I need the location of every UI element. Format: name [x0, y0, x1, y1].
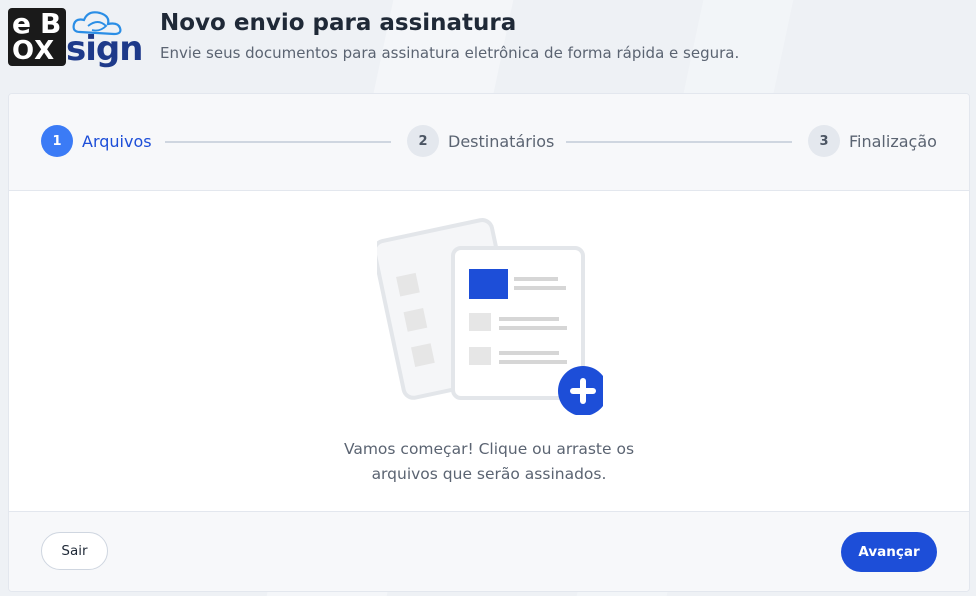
logo-text-sign: sign: [66, 29, 143, 69]
dropzone-instructions: Vamos começar! Clique ou arraste os arqu…: [289, 437, 689, 487]
dropzone-text-line-1: Vamos começar! Clique ou arraste os: [343, 440, 635, 458]
step-finalizacao[interactable]: 3 Finalização: [808, 125, 937, 157]
logo-letter-b: B: [40, 7, 62, 40]
stepper: 1 Arquivos 2 Destinatários 3 Finalização: [9, 94, 969, 191]
logo-text-ox: OX: [12, 36, 56, 66]
upload-card: 1 Arquivos 2 Destinatários 3 Finalização: [8, 93, 970, 592]
step-number: 1: [41, 125, 73, 157]
page-title: Novo envio para assinatura: [160, 10, 517, 36]
step-destinatarios[interactable]: 2 Destinatários: [407, 125, 554, 157]
step-connector: [566, 141, 792, 143]
logo-letter-e: e: [12, 7, 31, 40]
page-subtitle: Envie seus documentos para assinatura el…: [160, 44, 740, 62]
exit-button[interactable]: Sair: [41, 532, 108, 570]
step-label: Finalização: [849, 131, 937, 151]
dropzone-text-line-2: arquivos que serão assinados.: [371, 465, 607, 483]
file-dropzone[interactable]: Vamos começar! Clique ou arraste os arqu…: [9, 191, 969, 511]
next-button[interactable]: Avançar: [841, 532, 937, 572]
step-label: Arquivos: [82, 131, 152, 151]
step-number: 2: [407, 125, 439, 157]
step-arquivos[interactable]: 1 Arquivos: [41, 125, 152, 157]
step-number: 3: [808, 125, 840, 157]
ebox-sign-logo: e B OX sign: [8, 7, 143, 70]
step-label: Destinatários: [448, 131, 555, 151]
step-connector: [165, 141, 391, 143]
card-footer: Sair Avançar: [9, 511, 969, 591]
documents-add-icon: [377, 218, 603, 415]
